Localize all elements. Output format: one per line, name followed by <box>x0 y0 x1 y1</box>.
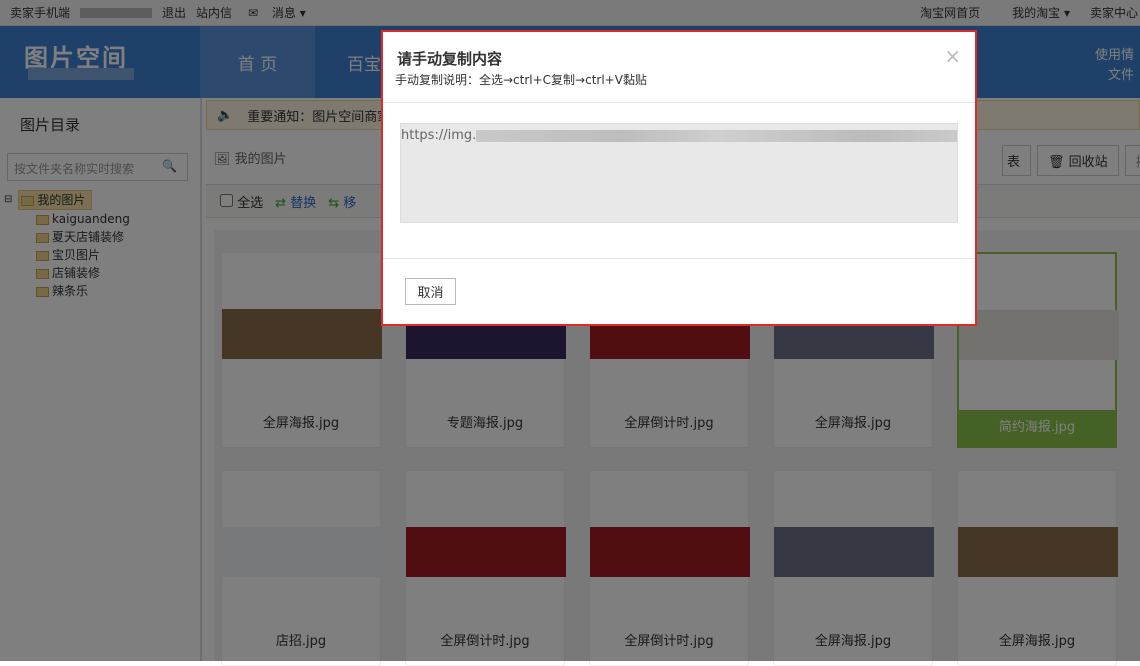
url-textarea[interactable]: https://img. <box>400 123 958 223</box>
cancel-button[interactable]: 取消 <box>405 278 456 305</box>
copy-dialog: 请手动复制内容 手动复制说明：全选→ctrl+C复制→ctrl+V黏贴 × ht… <box>381 30 977 326</box>
dialog-title: 请手动复制内容 <box>397 50 503 68</box>
divider <box>383 258 975 259</box>
divider <box>383 102 975 103</box>
dialog-instructions: 手动复制说明：全选→ctrl+C复制→ctrl+V黏贴 <box>395 73 647 87</box>
close-icon[interactable]: × <box>944 44 961 68</box>
